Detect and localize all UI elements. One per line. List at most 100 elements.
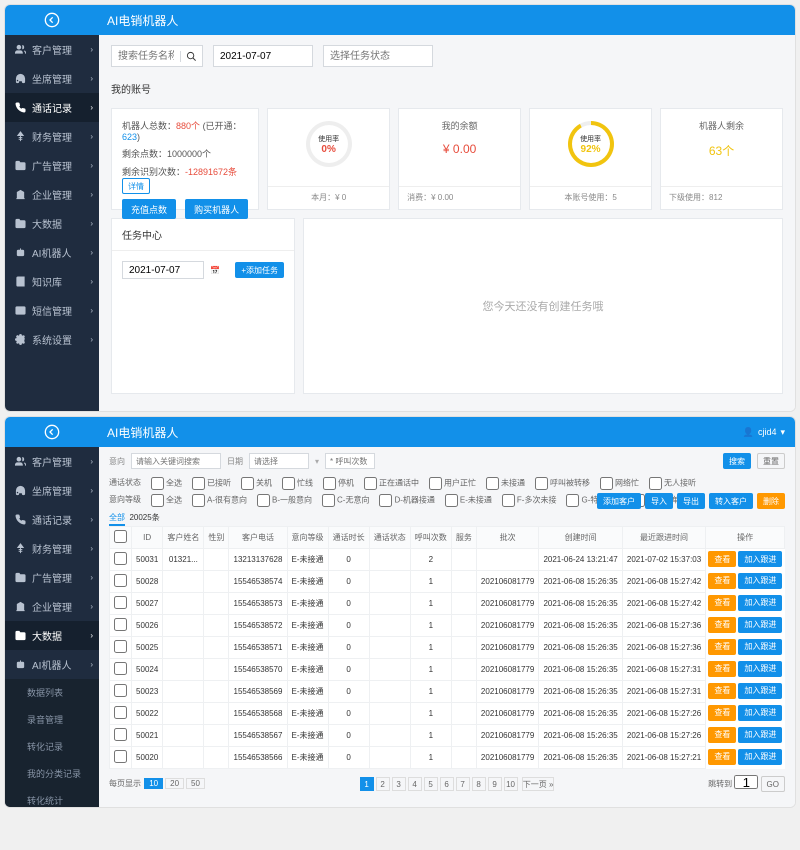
page-num[interactable]: 2 (376, 777, 390, 791)
sidebar-item-4[interactable]: 广告管理› (5, 151, 99, 180)
sidebar-item-2[interactable]: 通话记录› (5, 93, 99, 122)
sidebar-item-2[interactable]: 通话记录› (5, 505, 99, 534)
row-check[interactable] (114, 684, 127, 697)
status-option[interactable]: 停机 (323, 477, 354, 490)
status-option[interactable]: 已接听 (192, 477, 231, 490)
follow-button[interactable]: 加入跟进 (738, 573, 782, 589)
sidebar-subitem[interactable]: 转化记录 (5, 733, 99, 760)
toolbar-btn-0[interactable]: 添加客户 (597, 493, 641, 509)
intent-option[interactable]: E-未接通 (445, 494, 492, 507)
toolbar-btn-1[interactable]: 导入 (645, 493, 673, 509)
add-task-button[interactable]: +添加任务 (235, 262, 284, 278)
call-count-input[interactable] (325, 453, 375, 469)
perpage-option[interactable]: 10 (144, 778, 163, 789)
reset-button[interactable]: 重置 (757, 453, 785, 469)
row-check[interactable] (114, 618, 127, 631)
toolbar-btn-4[interactable]: 删除 (757, 493, 785, 509)
row-check[interactable] (114, 640, 127, 653)
page-num[interactable]: 4 (408, 777, 422, 791)
view-button[interactable]: 查看 (708, 573, 736, 589)
search-input[interactable] (112, 46, 180, 66)
intent-option[interactable]: C-无意向 (322, 494, 369, 507)
sidebar-item-0[interactable]: 客户管理› (5, 35, 99, 64)
view-button[interactable]: 查看 (708, 639, 736, 655)
page-num[interactable]: 3 (392, 777, 406, 791)
perpage-option[interactable]: 50 (186, 778, 205, 789)
follow-button[interactable]: 加入跟进 (738, 661, 782, 677)
calendar-icon[interactable]: 📅 (210, 266, 220, 275)
sidebar-item-6[interactable]: 大数据› (5, 621, 99, 650)
page-num[interactable]: 7 (456, 777, 470, 791)
status-option[interactable]: 正在通话中 (364, 477, 419, 490)
row-check[interactable] (114, 552, 127, 565)
sidebar-subitem[interactable]: 数据列表 (5, 679, 99, 706)
follow-button[interactable]: 加入跟进 (738, 683, 782, 699)
sidebar-item-0[interactable]: 客户管理› (5, 447, 99, 476)
search-icon[interactable] (180, 51, 202, 62)
sidebar-subitem[interactable]: 录音管理 (5, 706, 99, 733)
view-button[interactable]: 查看 (708, 595, 736, 611)
sidebar-item-6[interactable]: 大数据› (5, 209, 99, 238)
recharge-button[interactable]: 充值点数 (122, 199, 176, 219)
status-option[interactable]: 全选 (151, 477, 182, 490)
status-select[interactable] (323, 45, 433, 67)
view-button[interactable]: 查看 (708, 727, 736, 743)
status-option[interactable]: 关机 (241, 477, 272, 490)
toolbar-btn-2[interactable]: 导出 (677, 493, 705, 509)
search-button[interactable]: 搜索 (723, 453, 751, 469)
row-check[interactable] (114, 662, 127, 675)
sidebar-item-7[interactable]: AI机器人› (5, 650, 99, 679)
intent-option[interactable]: 全选 (151, 494, 182, 507)
sidebar-item-1[interactable]: 坐席管理› (5, 476, 99, 505)
sidebar-item-7[interactable]: AI机器人› (5, 238, 99, 267)
back-button[interactable] (5, 424, 99, 440)
sidebar-item-3[interactable]: 财务管理› (5, 534, 99, 563)
page-num[interactable]: 10 (504, 777, 518, 791)
row-check[interactable] (114, 706, 127, 719)
go-button[interactable]: GO (761, 776, 785, 792)
view-button[interactable]: 查看 (708, 705, 736, 721)
keyword-input[interactable] (131, 453, 221, 469)
row-check[interactable] (114, 596, 127, 609)
status-option[interactable]: 呼叫被转移 (535, 477, 590, 490)
sidebar-item-1[interactable]: 坐席管理› (5, 64, 99, 93)
intent-option[interactable]: F-多次未接 (502, 494, 557, 507)
perpage-option[interactable]: 20 (165, 778, 184, 789)
page-num[interactable]: 9 (488, 777, 502, 791)
sidebar-subitem[interactable]: 我的分类记录 (5, 760, 99, 787)
view-button[interactable]: 查看 (708, 617, 736, 633)
sidebar-item-9[interactable]: 短信管理› (5, 296, 99, 325)
page-num[interactable]: 1 (360, 777, 374, 791)
page-num[interactable]: 8 (472, 777, 486, 791)
intent-option[interactable]: D-机器接通 (379, 494, 434, 507)
status-option[interactable]: 无人接听 (649, 477, 696, 490)
next-page[interactable]: 下一页 » (522, 777, 555, 791)
sidebar-item-5[interactable]: 企业管理› (5, 180, 99, 209)
back-button[interactable] (5, 12, 99, 28)
sidebar-item-5[interactable]: 企业管理› (5, 592, 99, 621)
intent-option[interactable]: A-很有意向 (192, 494, 247, 507)
status-option[interactable]: 忙线 (282, 477, 313, 490)
toolbar-btn-3[interactable]: 转入客户 (709, 493, 753, 509)
task-date-input[interactable] (122, 261, 204, 279)
date-select[interactable] (249, 453, 309, 469)
status-option[interactable]: 未接通 (486, 477, 525, 490)
row-check[interactable] (114, 728, 127, 741)
sidebar-item-4[interactable]: 广告管理› (5, 563, 99, 592)
view-button[interactable]: 查看 (708, 551, 736, 567)
detail-button[interactable]: 详情 (122, 178, 150, 194)
view-button[interactable]: 查看 (708, 661, 736, 677)
status-option[interactable]: 网络忙 (600, 477, 639, 490)
sidebar-item-8[interactable]: 知识库› (5, 267, 99, 296)
follow-button[interactable]: 加入跟进 (738, 727, 782, 743)
follow-button[interactable]: 加入跟进 (738, 595, 782, 611)
page-num[interactable]: 5 (424, 777, 438, 791)
buy-robot-button[interactable]: 购买机器人 (185, 199, 248, 219)
follow-button[interactable]: 加入跟进 (738, 617, 782, 633)
user-menu[interactable]: 👤cjid4 ▾ (743, 427, 795, 438)
date-input[interactable] (213, 45, 313, 67)
follow-button[interactable]: 加入跟进 (738, 705, 782, 721)
jump-input[interactable] (734, 775, 758, 789)
follow-button[interactable]: 加入跟进 (738, 639, 782, 655)
intent-option[interactable]: B-一般意向 (257, 494, 312, 507)
